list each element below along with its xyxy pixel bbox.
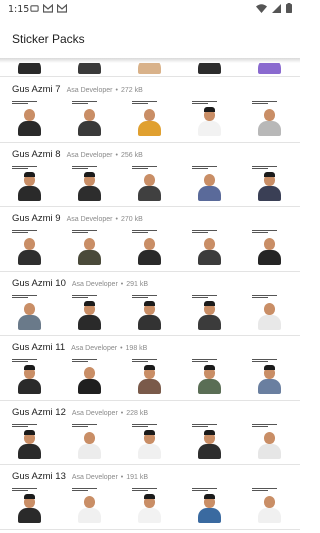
sticker-preview-strip <box>12 485 288 525</box>
sticker-thumbnail <box>72 292 108 332</box>
pack-name: Gus Azmi 7 <box>12 84 61 95</box>
status-time: 1:15 <box>8 4 30 15</box>
sticker-thumbnail <box>12 227 48 267</box>
sticker-preview-strip <box>12 227 288 267</box>
pack-name: Gus Azmi 8 <box>12 148 61 160</box>
sticker-thumbnail <box>192 98 228 138</box>
pack-author: Asa Developer <box>71 474 118 481</box>
pack-header: Gus Azmi 13 Asa Developer • 191 kB <box>12 471 148 482</box>
sticker-thumbnail <box>132 485 168 525</box>
sticker-thumbnail <box>252 485 288 525</box>
notification-icons <box>30 4 67 13</box>
pack-name: Gus Azmi 12 <box>12 406 66 418</box>
sticker-pack-row[interactable]: Gus Azmi 10 Asa Developer • 291 kB <box>0 272 300 336</box>
pack-size: 198 kB <box>125 345 148 352</box>
gmail-icon <box>43 4 53 13</box>
pack-author: Asa Developer <box>66 87 113 94</box>
pack-author: Asa Developer <box>66 151 113 159</box>
sticker-pack-list[interactable]: Gus Azmi 7 Asa Developer • 272 kB Gus Az… <box>0 58 300 533</box>
android-system-icon <box>30 5 39 12</box>
sticker-thumbnail <box>192 356 228 396</box>
pack-header: Gus Azmi 10 Asa Developer • 291 kB <box>12 278 148 289</box>
pack-header: Gus Azmi 7 Asa Developer • 272 kB <box>12 84 143 95</box>
pack-size: 256 kB <box>120 151 143 159</box>
sticker-pack-row[interactable]: Gus Azmi 8 Asa Developer • 256 kB <box>0 143 300 207</box>
sticker-thumbnail <box>192 163 228 203</box>
sticker-preview-strip <box>12 356 288 396</box>
pack-header: Gus Azmi 11 Asa Developer • 198 kB <box>12 342 147 353</box>
pack-size: 272 kB <box>120 87 143 94</box>
sticker-thumbnail <box>132 292 168 332</box>
separator-dot: • <box>115 87 118 94</box>
separator-dot: • <box>115 151 118 159</box>
pack-author: Asa Developer <box>71 345 118 352</box>
sticker-thumbnail <box>72 227 108 267</box>
pack-name: Gus Azmi 9 <box>12 213 61 224</box>
sticker-thumbnail <box>72 163 108 203</box>
sticker-thumbnail <box>12 356 48 396</box>
app-bar: Sticker Packs <box>0 20 300 58</box>
sticker-preview-strip <box>12 163 288 203</box>
sticker-preview-strip <box>12 98 288 138</box>
sticker-thumbnail <box>72 485 108 525</box>
app-bar-shadow <box>0 58 300 63</box>
separator-dot: • <box>120 345 123 352</box>
gmail-icon <box>57 4 67 13</box>
sticker-thumbnail <box>12 485 48 525</box>
pack-author: Asa Developer <box>66 216 113 223</box>
pack-header: Gus Azmi 8 Asa Developer • 256 kB <box>12 149 143 160</box>
sticker-thumbnail <box>192 421 228 461</box>
pack-size: 228 kB <box>126 409 149 417</box>
sticker-thumbnail <box>132 421 168 461</box>
sticker-thumbnail <box>12 292 48 332</box>
wifi-icon <box>256 3 267 13</box>
separator-dot: • <box>120 280 124 288</box>
sticker-thumbnail <box>132 356 168 396</box>
sticker-thumbnail <box>252 421 288 461</box>
sticker-pack-row[interactable]: Gus Azmi 11 Asa Developer • 198 kB <box>0 336 300 401</box>
sticker-thumbnail <box>12 98 48 138</box>
sticker-thumbnail <box>12 421 48 461</box>
sticker-preview-strip <box>12 292 288 332</box>
pack-author: Asa Developer <box>71 409 118 417</box>
separator-dot: • <box>115 216 118 223</box>
signal-icon <box>272 3 281 13</box>
sticker-pack-row[interactable]: Gus Azmi 12 Asa Developer • 228 kB <box>0 401 300 465</box>
sticker-thumbnail <box>252 98 288 138</box>
pack-author: Asa Developer <box>71 280 118 288</box>
sticker-thumbnail <box>252 356 288 396</box>
pack-name: Gus Azmi 10 <box>12 277 66 289</box>
sticker-thumbnail <box>72 421 108 461</box>
sticker-thumbnail <box>192 292 228 332</box>
sticker-thumbnail <box>192 227 228 267</box>
sticker-thumbnail <box>132 163 168 203</box>
sticker-pack-row[interactable]: Gus Azmi 9 Asa Developer • 270 kB <box>0 207 300 272</box>
separator-dot: • <box>120 474 124 481</box>
pack-name: Gus Azmi 13 <box>12 471 66 482</box>
battery-icon <box>286 3 292 13</box>
sticker-preview-strip <box>12 421 288 461</box>
pack-size: 270 kB <box>120 216 143 223</box>
sticker-thumbnail <box>72 356 108 396</box>
pack-size: 191 kB <box>126 474 149 481</box>
sticker-thumbnail <box>252 163 288 203</box>
sticker-thumbnail <box>192 485 228 525</box>
sticker-thumbnail <box>252 227 288 267</box>
pack-size: 291 kB <box>126 280 149 288</box>
sticker-pack-row[interactable]: Gus Azmi 13 Asa Developer • 191 kB <box>0 465 300 530</box>
pack-header: Gus Azmi 12 Asa Developer • 228 kB <box>12 407 148 418</box>
separator-dot: • <box>120 409 124 417</box>
status-bar: 1:15 <box>0 0 300 20</box>
system-icons <box>256 3 292 13</box>
sticker-thumbnail <box>132 227 168 267</box>
page-title: Sticker Packs <box>12 32 85 46</box>
sticker-thumbnail <box>72 98 108 138</box>
pack-header: Gus Azmi 9 Asa Developer • 270 kB <box>12 213 143 224</box>
sticker-thumbnail <box>12 163 48 203</box>
pack-name: Gus Azmi 11 <box>12 342 66 353</box>
sticker-thumbnail <box>132 98 168 138</box>
sticker-thumbnail <box>252 292 288 332</box>
sticker-pack-row[interactable]: Gus Azmi 7 Asa Developer • 272 kB <box>0 78 300 143</box>
